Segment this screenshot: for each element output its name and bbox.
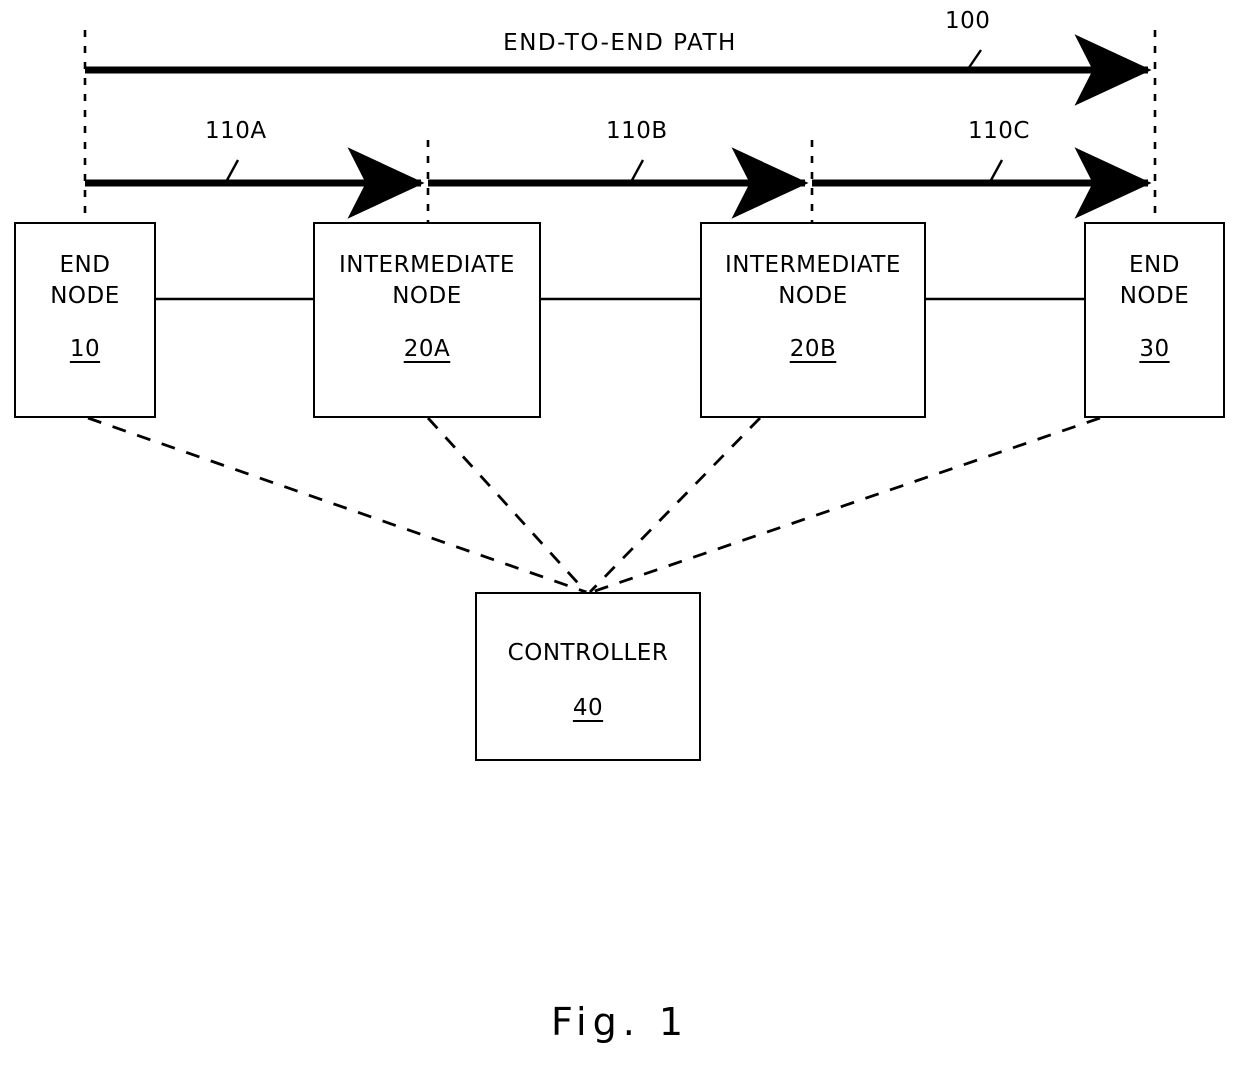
node-box-controller-40: CONTROLLER 40 [475,592,701,761]
node-reference-numeral: 10 [69,336,101,362]
leader-line-110b [629,159,645,183]
node-box-end-node-10: END NODE 10 [14,222,156,418]
leader-line-110c [988,159,1004,183]
controller-title: CONTROLLER [507,640,669,666]
reference-numeral-110c: 110C [968,118,1030,144]
control-link-node-20b [588,417,762,593]
node-reference-numeral: 30 [1139,336,1170,362]
patent-figure: END-TO-END PATH 100 110A 110B 110C END N… [0,0,1240,1067]
controller-reference-numeral: 40 [572,695,604,721]
node-title: END NODE [1119,252,1190,309]
node-title: INTERMEDIATE NODE [725,252,901,309]
node-title: END NODE [50,252,120,309]
node-reference-numeral: 20B [789,336,837,362]
reference-numeral-110a: 110A [205,118,267,144]
reference-numeral-110b: 110B [606,118,668,144]
control-link-node-20a [426,417,588,593]
node-box-end-node-30: END NODE 30 [1084,222,1225,418]
figure-line-art [83,30,1157,594]
node-reference-numeral: 20A [403,336,451,362]
control-link-node-10 [87,416,587,594]
reference-numeral-100: 100 [945,8,991,34]
node-box-intermediate-node-20a: INTERMEDIATE NODE 20A [313,222,541,418]
end-to-end-path-label: END-TO-END PATH [503,30,737,56]
node-box-intermediate-node-20b: INTERMEDIATE NODE 20B [700,222,926,418]
control-link-node-30 [591,416,1101,594]
node-title: INTERMEDIATE NODE [339,252,515,309]
leader-line-110a [224,159,240,183]
figure-caption: Fig. 1 [550,1000,690,1044]
